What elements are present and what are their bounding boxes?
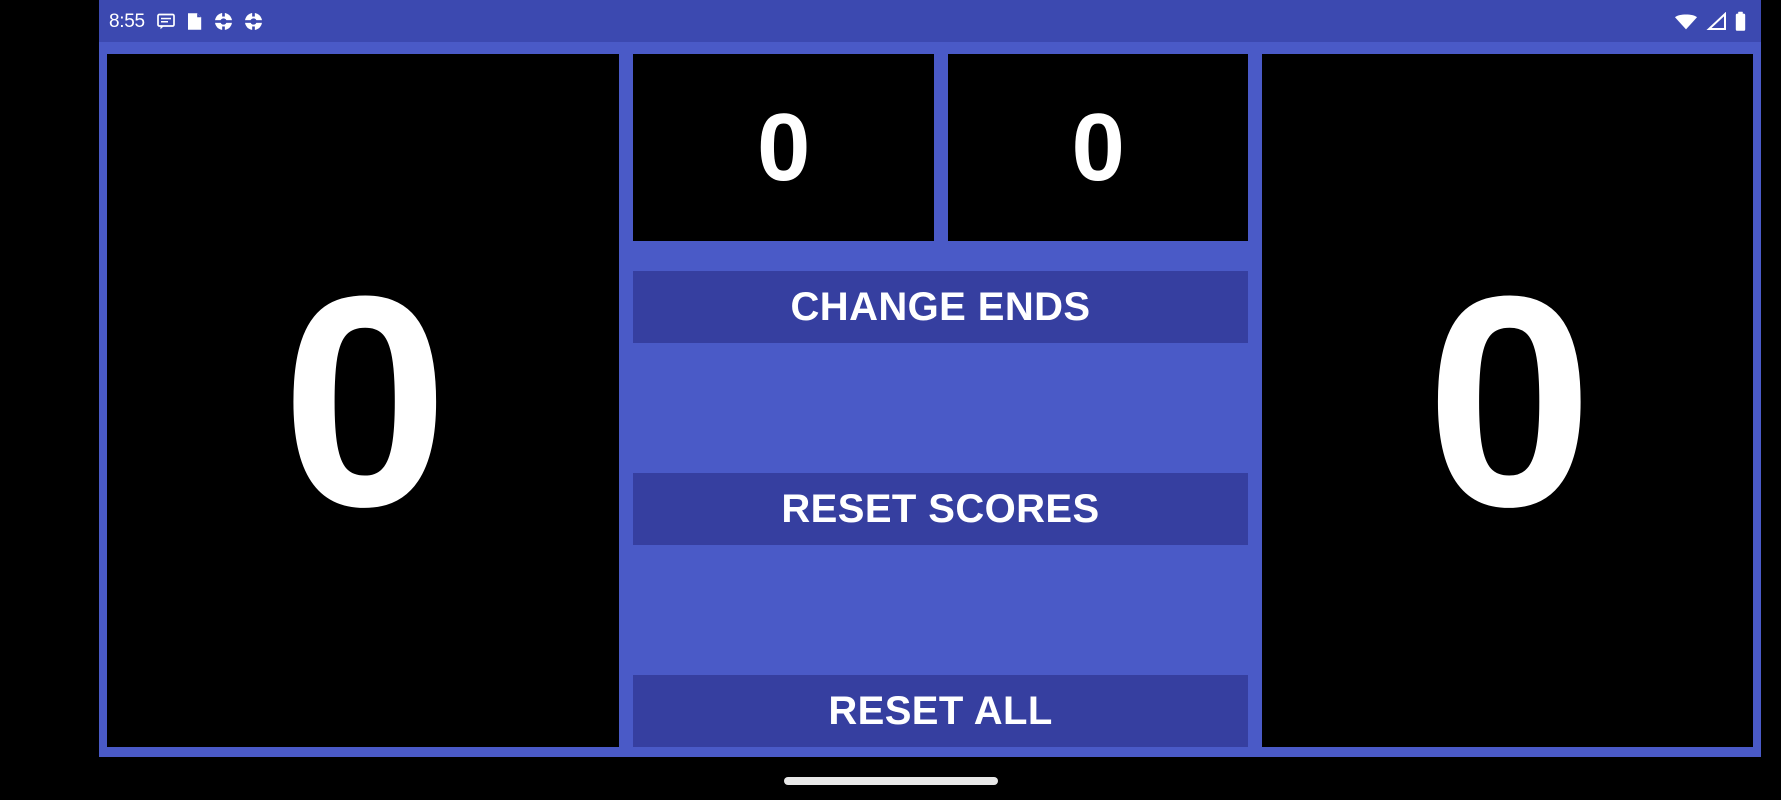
reset-scores-button[interactable]: RESET SCORES: [633, 473, 1248, 545]
status-clock: 8:55: [109, 10, 145, 32]
status-bar-right: [1674, 11, 1747, 32]
left-games-won: 0: [757, 93, 810, 201]
gear-icon: [243, 11, 264, 32]
left-player-score-panel[interactable]: 0: [107, 54, 619, 747]
cell-signal-icon: [1705, 11, 1727, 31]
change-ends-button[interactable]: CHANGE ENDS: [633, 271, 1248, 343]
status-bar-left: 8:55: [109, 11, 264, 32]
right-player-score: 0: [1426, 232, 1593, 569]
gear-icon: [213, 11, 234, 32]
left-player-score: 0: [281, 232, 449, 569]
system-navigation-bar: [0, 757, 1781, 800]
battery-icon: [1734, 11, 1747, 32]
chat-bubble-icon: [156, 11, 176, 31]
screen-root: 8:55 0 0 0 CHANGE ENDS RESET SCORES RESE…: [0, 0, 1781, 800]
action-buttons-column: CHANGE ENDS RESET SCORES RESET ALL: [633, 241, 1248, 747]
scoreboard-body: 0 0 0 CHANGE ENDS RESET SCORES RESET ALL: [99, 42, 1761, 757]
left-games-won-box[interactable]: 0: [633, 54, 934, 241]
wifi-icon: [1674, 12, 1698, 31]
clipboard-icon: [185, 11, 204, 32]
right-player-score-panel[interactable]: 0: [1262, 54, 1753, 747]
phone-window: 8:55 0 0 0 CHANGE ENDS RESET SCORES RESE…: [99, 0, 1761, 757]
right-games-won: 0: [1071, 93, 1125, 201]
center-control-column: 0 0 CHANGE ENDS RESET SCORES RESET ALL: [633, 54, 1248, 747]
home-gesture-pill[interactable]: [783, 777, 998, 785]
right-games-won-box[interactable]: 0: [947, 54, 1248, 241]
reset-all-button[interactable]: RESET ALL: [633, 675, 1248, 747]
games-won-row: 0 0: [633, 54, 1248, 241]
status-bar: 8:55: [99, 0, 1761, 42]
